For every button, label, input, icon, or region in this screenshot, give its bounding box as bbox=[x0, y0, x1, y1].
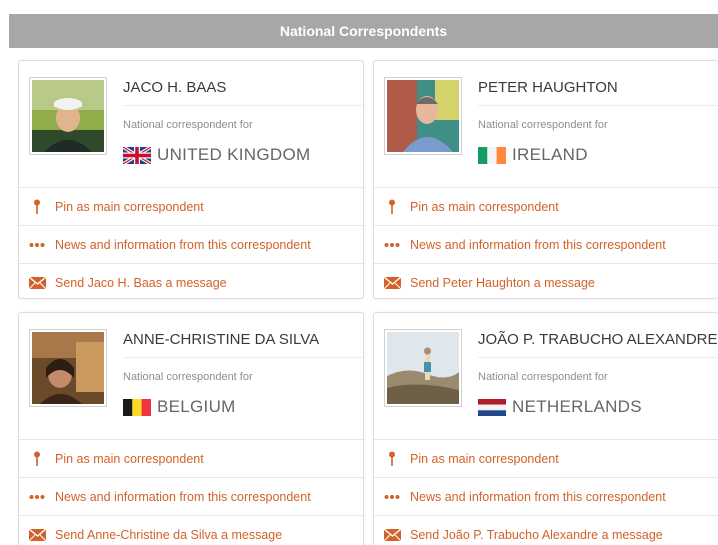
news-label: News and information from this correspon… bbox=[55, 489, 311, 504]
correspondent-photo bbox=[29, 77, 107, 155]
send-message-link[interactable]: Send Jaco H. Baas a message bbox=[19, 263, 363, 298]
correspondent-photo bbox=[29, 329, 107, 407]
envelope-icon bbox=[28, 528, 46, 541]
uk-flag-icon bbox=[123, 146, 151, 164]
correspondent-country: BELGIUM bbox=[123, 397, 236, 417]
news-label: News and information from this correspon… bbox=[410, 237, 666, 252]
correspondent-name: ANNE-CHRISTINE DA SILVA bbox=[123, 331, 320, 348]
divider bbox=[123, 105, 363, 106]
envelope-icon bbox=[383, 528, 401, 541]
correspondent-role: National correspondent for bbox=[478, 371, 608, 383]
news-from-correspondent-link[interactable]: News and information from this correspon… bbox=[374, 225, 718, 263]
correspondent-country: NETHERLANDS bbox=[478, 397, 642, 417]
country-name: IRELAND bbox=[512, 145, 588, 164]
pin-main-correspondent-link[interactable]: Pin as main correspondent bbox=[374, 439, 718, 477]
correspondent-card: JACO H. BAAS National correspondent for … bbox=[18, 60, 364, 299]
news-label: News and information from this correspon… bbox=[410, 489, 666, 504]
correspondent-role: National correspondent for bbox=[478, 119, 608, 131]
netherlands-flag-icon bbox=[478, 398, 506, 416]
send-message-link[interactable]: Send João P. Trabucho Alexandre a messag… bbox=[374, 515, 718, 545]
correspondent-country: UNITED KINGDOM bbox=[123, 145, 310, 165]
page-title: National Correspondents bbox=[279, 23, 448, 39]
correspondent-role: National correspondent for bbox=[123, 119, 253, 131]
pin-icon bbox=[28, 451, 46, 467]
envelope-icon bbox=[383, 276, 401, 289]
pin-icon bbox=[383, 451, 401, 467]
country-name: BELGIUM bbox=[157, 397, 236, 416]
news-from-correspondent-link[interactable]: News and information from this correspon… bbox=[19, 477, 363, 515]
pin-icon bbox=[383, 199, 401, 215]
divider bbox=[123, 357, 363, 358]
ireland-flag-icon bbox=[478, 146, 506, 164]
correspondent-role: National correspondent for bbox=[123, 371, 253, 383]
pin-label: Pin as main correspondent bbox=[55, 199, 204, 214]
correspondent-photo bbox=[384, 329, 462, 407]
correspondent-country: IRELAND bbox=[478, 145, 588, 165]
page-header: National Correspondents bbox=[9, 14, 718, 48]
correspondent-card: PETER HAUGHTON National correspondent fo… bbox=[373, 60, 718, 299]
correspondent-name: JACO H. BAAS bbox=[123, 79, 227, 96]
pin-label: Pin as main correspondent bbox=[410, 451, 559, 466]
pin-label: Pin as main correspondent bbox=[410, 199, 559, 214]
correspondents-grid: JACO H. BAAS National correspondent for … bbox=[18, 60, 718, 545]
news-from-correspondent-link[interactable]: News and information from this correspon… bbox=[19, 225, 363, 263]
message-label: Send Anne-Christine da Silva a message bbox=[55, 527, 283, 542]
pin-main-correspondent-link[interactable]: Pin as main correspondent bbox=[374, 187, 718, 225]
send-message-link[interactable]: Send Anne-Christine da Silva a message bbox=[19, 515, 363, 545]
belgium-flag-icon bbox=[123, 398, 151, 416]
country-name: UNITED KINGDOM bbox=[157, 145, 311, 164]
ellipsis-icon bbox=[28, 242, 46, 248]
divider bbox=[478, 105, 718, 106]
ellipsis-icon bbox=[383, 494, 401, 500]
news-from-correspondent-link[interactable]: News and information from this correspon… bbox=[374, 477, 718, 515]
pin-label: Pin as main correspondent bbox=[55, 451, 204, 466]
country-name: NETHERLANDS bbox=[512, 397, 642, 416]
pin-main-correspondent-link[interactable]: Pin as main correspondent bbox=[19, 439, 363, 477]
message-label: Send João P. Trabucho Alexandre a messag… bbox=[410, 527, 663, 542]
divider bbox=[478, 357, 718, 358]
message-label: Send Jaco H. Baas a message bbox=[55, 275, 227, 290]
correspondent-name: PETER HAUGHTON bbox=[478, 79, 618, 96]
send-message-link[interactable]: Send Peter Haughton a message bbox=[374, 263, 718, 298]
news-label: News and information from this correspon… bbox=[55, 237, 311, 252]
correspondent-photo bbox=[384, 77, 462, 155]
correspondent-card: JOÃO P. TRABUCHO ALEXANDRE National corr… bbox=[373, 312, 718, 545]
pin-main-correspondent-link[interactable]: Pin as main correspondent bbox=[19, 187, 363, 225]
correspondent-card: ANNE-CHRISTINE DA SILVA National corresp… bbox=[18, 312, 364, 545]
ellipsis-icon bbox=[28, 494, 46, 500]
envelope-icon bbox=[28, 276, 46, 289]
message-label: Send Peter Haughton a message bbox=[410, 275, 595, 290]
pin-icon bbox=[28, 199, 46, 215]
ellipsis-icon bbox=[383, 242, 401, 248]
correspondent-name: JOÃO P. TRABUCHO ALEXANDRE bbox=[478, 331, 718, 348]
